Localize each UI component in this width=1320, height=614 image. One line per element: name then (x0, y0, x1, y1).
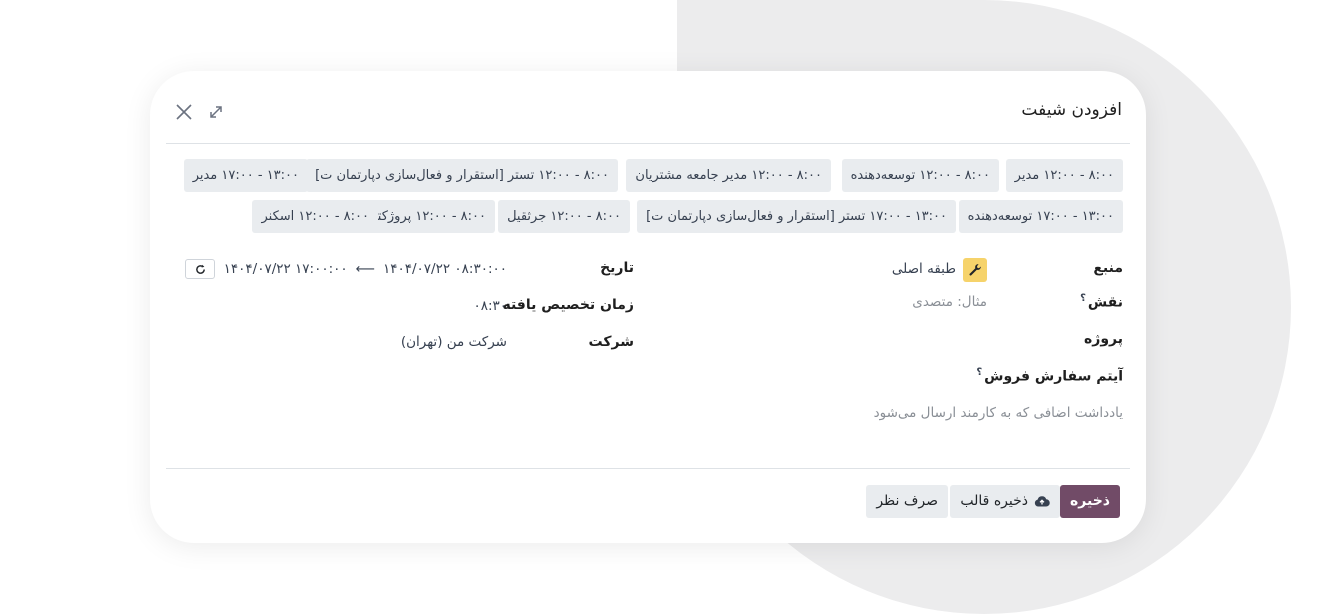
date-end[interactable]: ۱۴۰۴/۰۷/۲۲ ۱۷:۰۰:۰۰ (224, 261, 348, 277)
sale-item-help-icon[interactable]: ؟ (976, 367, 982, 378)
footer-divider (166, 468, 1130, 469)
template-chip[interactable]: ۱۳:۰۰ - ۱۷:۰۰ تستر [استقرار و فعال‌سازی … (637, 200, 956, 233)
arrow-icon: ⟵ (355, 261, 375, 277)
save-template-button[interactable]: ذخیره قالب (950, 485, 1060, 518)
template-chip[interactable]: ۸:۰۰ - ۱۲:۰۰ مدیر (1005, 159, 1123, 192)
role-help-icon[interactable]: ؟ (1080, 293, 1086, 304)
template-chip[interactable]: ۸:۰۰ - ۱۲:۰۰ تستر [استقرار و فعال‌سازی د… (306, 159, 618, 192)
wrench-icon (969, 264, 981, 276)
expand-icon[interactable] (206, 102, 226, 122)
resource-label: منبع (1093, 260, 1123, 276)
date-start[interactable]: ۱۴۰۴/۰۷/۲۲ ۰۸:۳۰:۰۰ (383, 261, 507, 277)
template-chip[interactable]: ۸:۰۰ - ۱۲:۰۰ جرثقیل (498, 200, 630, 233)
sale-item-label: آیتم سفارش فروش؟ (976, 367, 1123, 385)
add-shift-dialog: افزودن شیفت ۸:۰۰ - ۱۲:۰۰ مدیر ۸:۰۰ - ۱۲:… (150, 71, 1146, 543)
template-chip[interactable]: ۸:۰۰ - ۱۲:۰۰ توسعه‌دهنده (841, 159, 999, 192)
role-input[interactable]: مثال: متصدی (912, 294, 987, 310)
refresh-button[interactable] (185, 259, 215, 279)
cloud-upload-icon (1034, 496, 1050, 507)
date-label: تاریخ (600, 260, 634, 276)
dialog-title: افزودن شیفت (1021, 100, 1122, 120)
discard-button[interactable]: صرف نظر (866, 485, 948, 518)
save-button[interactable]: ذخیره (1060, 485, 1120, 518)
allocated-time-label: زمان تخصیص یافته (502, 297, 634, 313)
close-icon[interactable] (174, 102, 194, 122)
role-label: نقش؟ (1080, 293, 1123, 311)
project-label: پروژه (1084, 331, 1123, 347)
resource-avatar (963, 258, 987, 282)
template-chip[interactable]: ۱۳:۰۰ - ۱۷:۰۰ توسعه‌دهنده (958, 200, 1123, 233)
template-chip[interactable]: ۱۳:۰۰ - ۱۷:۰۰ مدیر (183, 159, 308, 192)
company-value[interactable]: شرکت من (تهران) (401, 334, 507, 350)
company-label: شرکت (588, 334, 634, 350)
allocated-time-value[interactable]: ۰۸:۳۰ (473, 298, 507, 314)
template-chip[interactable]: ۸:۰۰ - ۱۲:۰۰ مدیر جامعه مشتریان (626, 159, 831, 192)
template-chip[interactable]: ۸:۰۰ - ۱۲:۰۰ اسکنر (252, 200, 378, 233)
refresh-icon (195, 264, 205, 274)
dialog-header: افزودن شیفت (166, 71, 1130, 144)
resource-value[interactable]: طبقه اصلی (892, 261, 956, 277)
date-range: ۱۴۰۴/۰۷/۲۲ ۱۷:۰۰:۰۰ ⟵ ۱۴۰۴/۰۷/۲۲ ۰۸:۳۰:۰… (224, 261, 507, 277)
note-input[interactable]: یادداشت اضافی که به کارمند ارسال می‌شود (874, 405, 1123, 421)
